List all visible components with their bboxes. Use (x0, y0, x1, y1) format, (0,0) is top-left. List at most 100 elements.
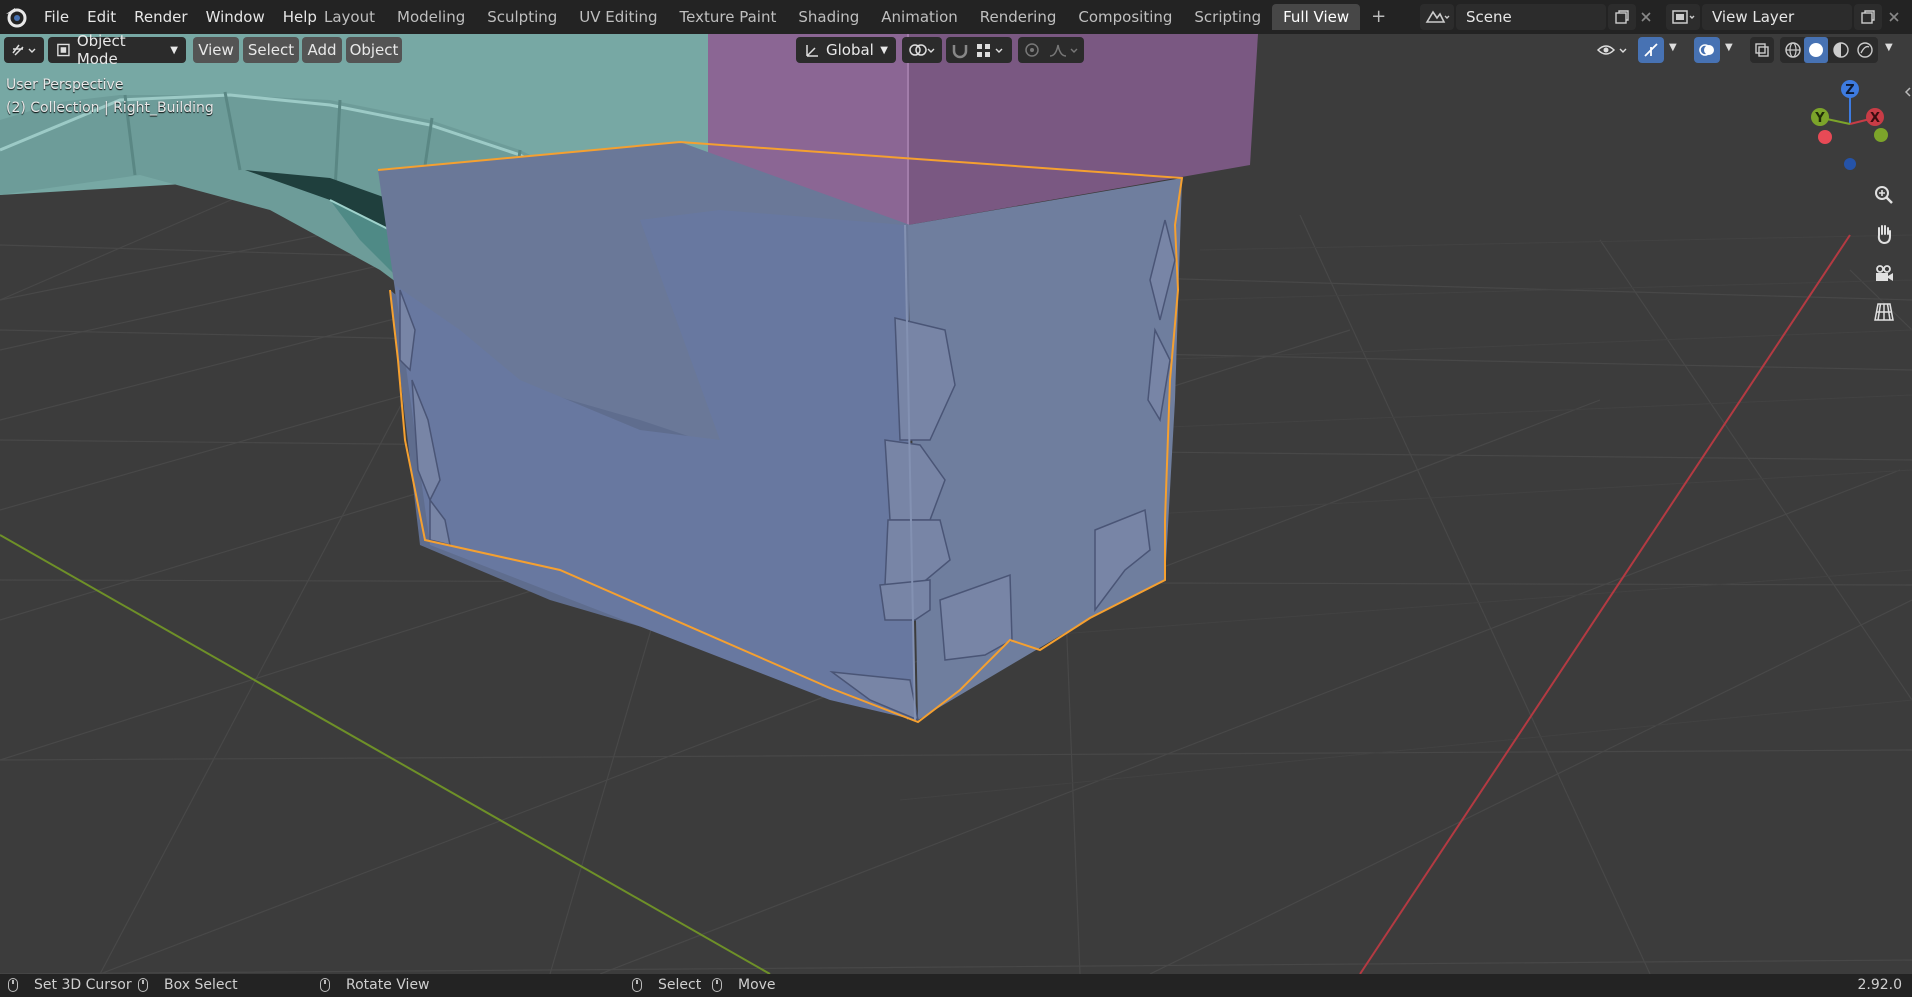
mode-dropdown[interactable]: Object Mode ▼ (48, 32, 186, 68)
gizmo-dropdown[interactable]: ▼ (1664, 37, 1684, 63)
tab-texture-paint[interactable]: Texture Paint (669, 4, 788, 30)
overlay-icon (1699, 44, 1714, 56)
snap-group (946, 37, 1012, 63)
3d-viewport[interactable] (0, 34, 1912, 974)
mouse-left-icon (8, 978, 18, 992)
camera-view-button[interactable] (1868, 257, 1900, 289)
gizmo-neg-z-axis[interactable] (1844, 158, 1856, 170)
mode-label: Object Mode (76, 32, 126, 68)
mouse-drag-icon (138, 978, 148, 992)
view-layer-name-field[interactable]: View Layer (1702, 4, 1852, 30)
menu-window[interactable]: Window (197, 8, 274, 26)
transform-orientation-dropdown[interactable]: Global ▼ (796, 37, 896, 63)
hand-icon (1877, 225, 1891, 245)
tab-scripting[interactable]: Scripting (1183, 4, 1272, 30)
tab-animation[interactable]: Animation (870, 4, 968, 30)
version-label: 2.92.0 (1857, 977, 1902, 993)
viewport-scene[interactable] (0, 34, 1912, 974)
tab-sculpting[interactable]: Sculpting (476, 4, 568, 30)
menu-file[interactable]: File (35, 8, 78, 26)
tab-shading[interactable]: Shading (787, 4, 870, 30)
view-layer-icon (1672, 10, 1695, 24)
tab-layout[interactable]: Layout (313, 4, 386, 30)
magnet-icon[interactable] (950, 41, 970, 59)
tab-compositing[interactable]: Compositing (1067, 4, 1183, 30)
mouse-right-drag-icon (712, 978, 722, 992)
gizmo-neg-y-axis[interactable] (1874, 128, 1888, 142)
gizmo-x-label: X (1870, 111, 1880, 126)
xray-icon (1755, 43, 1769, 57)
shading-mode-group (1780, 37, 1878, 63)
xray-toggle-button[interactable] (1750, 37, 1774, 63)
menu-render[interactable]: Render (125, 8, 196, 26)
visibility-dropdown[interactable] (1592, 37, 1632, 63)
gizmo-icon (1644, 43, 1658, 57)
pivot-point-dropdown[interactable] (902, 37, 942, 63)
status-select-label: Select (658, 977, 702, 993)
status-select: Select (632, 977, 701, 993)
add-workspace-button[interactable]: + (1360, 4, 1397, 30)
scene-browse-button[interactable] (1420, 4, 1454, 30)
gizmo-toggle-button[interactable] (1638, 37, 1664, 63)
editor-type-button[interactable] (4, 37, 44, 63)
mouse-right-icon (632, 978, 642, 992)
mouse-middle-icon (320, 978, 330, 992)
close-icon (1641, 12, 1651, 22)
navigation-gizmo[interactable]: Z X Y (1800, 76, 1890, 176)
chevron-down-icon: ▼ (170, 44, 178, 56)
grid-perspective-icon (1874, 303, 1894, 321)
perspective-toggle-button[interactable] (1868, 296, 1900, 328)
duplicate-icon (1615, 10, 1629, 24)
status-rotate-view: Rotate View (320, 977, 430, 993)
selected-building-mesh[interactable] (377, 140, 1184, 724)
proportional-editing-icon[interactable] (1022, 41, 1042, 59)
object-menu-button[interactable]: Object (346, 37, 402, 63)
new-view-layer-button[interactable] (1854, 4, 1882, 30)
main-menu: File Edit Render Window Help (35, 0, 326, 34)
delete-scene-button[interactable] (1632, 4, 1660, 30)
orientation-icon (806, 45, 818, 57)
add-menu-button[interactable]: Add (302, 37, 342, 63)
view-menu-button[interactable]: View (193, 37, 239, 63)
sidebar-toggle-icon[interactable] (1903, 86, 1912, 98)
solid-shading-button[interactable] (1804, 37, 1828, 63)
blender-logo-icon[interactable] (3, 4, 29, 30)
chevron-down-icon: ▼ (1885, 42, 1893, 53)
tab-rendering[interactable]: Rendering (969, 4, 1068, 30)
top-bar: File Edit Render Window Help Layout Mode… (0, 0, 1912, 34)
transform-orientation-label: Global (826, 41, 874, 59)
zoom-icon (1875, 186, 1893, 204)
status-bar: Set 3D Cursor Box Select Rotate View Sel… (0, 974, 1912, 997)
gizmo-z-label: Z (1845, 83, 1854, 98)
view-layer-browse-button[interactable] (1666, 4, 1700, 30)
menu-edit[interactable]: Edit (78, 8, 125, 26)
3d-view-icon (12, 44, 36, 56)
overlays-dropdown[interactable]: ▼ (1720, 37, 1740, 63)
tab-uv-editing[interactable]: UV Editing (568, 4, 668, 30)
falloff-curve-icon[interactable] (1048, 41, 1080, 59)
status-set-cursor: Set 3D Cursor (8, 977, 132, 993)
workspace-tabs: Layout Modeling Sculpting UV Editing Tex… (313, 0, 1397, 34)
pan-button[interactable] (1868, 218, 1900, 250)
material-shading-icon[interactable] (1832, 41, 1850, 59)
view-layer-name: View Layer (1712, 8, 1795, 26)
pivot-icon (909, 44, 935, 56)
rendered-shading-icon[interactable] (1856, 41, 1874, 59)
chevron-down-icon: ▼ (1669, 42, 1677, 53)
shading-dropdown[interactable]: ▼ (1880, 37, 1902, 63)
delete-view-layer-button[interactable] (1880, 4, 1908, 30)
eye-icon (1596, 45, 1627, 55)
gizmo-neg-x-axis[interactable] (1818, 130, 1832, 144)
scene-name-field[interactable]: Scene (1456, 4, 1606, 30)
wireframe-shading-icon[interactable] (1784, 41, 1802, 59)
tab-full-view[interactable]: Full View (1272, 4, 1361, 30)
snap-increment-icon[interactable] (974, 41, 1008, 59)
zoom-button[interactable] (1868, 179, 1900, 211)
tab-modeling[interactable]: Modeling (386, 4, 476, 30)
viewport-header: Object Mode ▼ View Select Add Object Glo… (0, 32, 1912, 68)
x-axis-line (1359, 234, 1851, 974)
select-menu-button[interactable]: Select (243, 37, 299, 63)
status-set-cursor-label: Set 3D Cursor (34, 977, 132, 993)
active-object-label: (2) Collection | Right_Building (6, 100, 214, 116)
overlays-toggle-button[interactable] (1694, 37, 1720, 63)
